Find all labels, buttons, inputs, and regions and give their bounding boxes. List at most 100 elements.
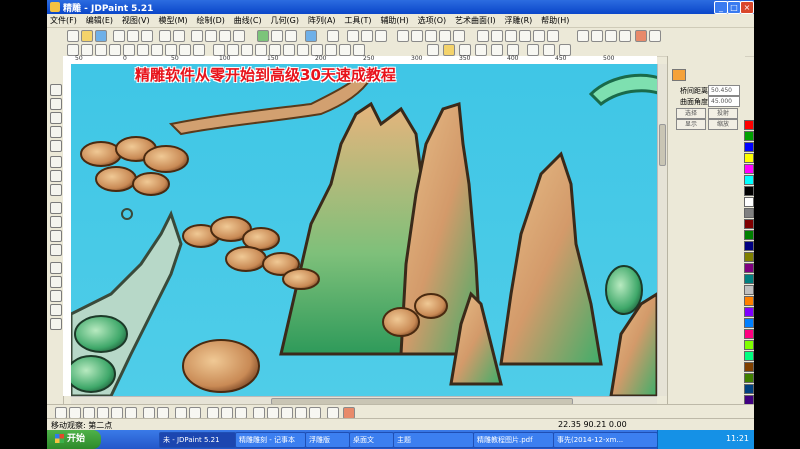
sculpt-remove-icon[interactable] xyxy=(50,276,62,288)
menu-draw[interactable]: 绘制(D) xyxy=(197,14,225,27)
pan-icon[interactable] xyxy=(591,30,603,42)
menu-relief[interactable]: 浮雕(R) xyxy=(504,14,532,27)
color-swatch[interactable] xyxy=(744,296,754,306)
color-swatch[interactable] xyxy=(744,384,754,394)
zoom-in-icon[interactable] xyxy=(50,202,62,214)
rotate-tool-icon[interactable] xyxy=(50,318,62,330)
start-button[interactable]: 开始 xyxy=(47,430,101,449)
taskbar-item[interactable]: 精雕雕刻 - 记事本 xyxy=(235,432,306,448)
probe-tool-icon[interactable] xyxy=(50,244,62,256)
color-swatch[interactable] xyxy=(744,307,754,317)
color-swatch[interactable] xyxy=(744,252,754,262)
color-swatch[interactable] xyxy=(744,197,754,207)
grid-icon[interactable] xyxy=(347,30,359,42)
color-swatch[interactable] xyxy=(744,120,754,130)
shade-icon[interactable] xyxy=(547,30,559,42)
relief-icon[interactable] xyxy=(477,30,489,42)
taskbar-item[interactable]: 事先(2014-12-xm... xyxy=(553,432,658,448)
drawing-canvas[interactable] xyxy=(71,64,657,396)
menu-curve[interactable]: 曲线(C) xyxy=(234,14,262,27)
color-swatch[interactable] xyxy=(744,373,754,383)
layer-up-icon[interactable] xyxy=(527,44,539,56)
sculpt-add-icon[interactable] xyxy=(50,262,62,274)
color-swatch[interactable] xyxy=(744,263,754,273)
star-tool-icon[interactable] xyxy=(179,44,191,56)
undo-icon[interactable] xyxy=(159,30,171,42)
color-swatch[interactable] xyxy=(744,340,754,350)
spline-tool-icon[interactable] xyxy=(109,44,121,56)
color-swatch[interactable] xyxy=(744,362,754,372)
text-tool-icon[interactable] xyxy=(193,44,205,56)
brush-tool-icon[interactable] xyxy=(50,156,62,168)
taskbar-item[interactable]: 桌面文 xyxy=(349,432,394,448)
color-swatch[interactable] xyxy=(744,164,754,174)
color-swatch[interactable] xyxy=(744,142,754,152)
select-button[interactable]: 选择 xyxy=(676,108,706,119)
menu-geometry[interactable]: 几何(G) xyxy=(271,14,299,27)
new-file-icon[interactable] xyxy=(67,30,79,42)
join-icon[interactable] xyxy=(325,44,337,56)
node-tool-icon[interactable] xyxy=(50,98,62,110)
blend-icon[interactable] xyxy=(519,30,531,42)
project-button[interactable]: 投射 xyxy=(708,108,738,119)
view-top-icon[interactable] xyxy=(271,30,283,42)
measure-icon[interactable] xyxy=(375,30,387,42)
bevel-icon[interactable] xyxy=(397,30,409,42)
color-swatch[interactable] xyxy=(744,329,754,339)
ungroup-icon[interactable] xyxy=(283,44,295,56)
open-file-icon[interactable] xyxy=(81,30,93,42)
color-swatch[interactable] xyxy=(744,208,754,218)
color-swatch[interactable] xyxy=(744,230,754,240)
color-swatch[interactable] xyxy=(744,131,754,141)
menu-tools[interactable]: 工具(T) xyxy=(344,14,371,27)
color-swatch[interactable] xyxy=(744,153,754,163)
align-icon[interactable] xyxy=(255,44,267,56)
close-curve-icon[interactable] xyxy=(339,44,351,56)
taskbar-item[interactable]: 浮雕版 xyxy=(305,432,350,448)
pin-icon[interactable] xyxy=(427,44,439,56)
taskbar-item[interactable]: 主题 xyxy=(393,432,474,448)
display-button[interactable]: 显示 xyxy=(676,119,706,130)
menu-edit[interactable]: 编辑(E) xyxy=(86,14,113,27)
tree-tool-icon[interactable] xyxy=(50,184,62,196)
scroll-thumb[interactable] xyxy=(659,124,666,166)
color-fill-icon[interactable] xyxy=(533,30,545,42)
copy-icon[interactable] xyxy=(219,30,231,42)
trim-icon[interactable] xyxy=(425,30,437,42)
transform-tool-icon[interactable] xyxy=(50,126,62,138)
color-swatch[interactable] xyxy=(744,241,754,251)
stamp-tool-icon[interactable] xyxy=(50,170,62,182)
pick-tool-icon[interactable] xyxy=(50,84,62,96)
menu-assist[interactable]: 辅助(H) xyxy=(380,14,408,27)
sculpt-icon[interactable] xyxy=(505,30,517,42)
arc-tool-icon[interactable] xyxy=(95,44,107,56)
menu-file[interactable]: 文件(F) xyxy=(50,14,77,27)
zoom-button[interactable]: 缩放 xyxy=(708,119,738,130)
maximize-button[interactable]: □ xyxy=(727,1,741,14)
extend-icon[interactable] xyxy=(439,30,451,42)
rectangle-tool-icon[interactable] xyxy=(151,44,163,56)
cursor-icon[interactable] xyxy=(475,44,487,56)
smooth-tool-icon[interactable] xyxy=(50,290,62,302)
help-icon[interactable] xyxy=(649,30,661,42)
lamp-icon[interactable] xyxy=(635,30,647,42)
color-swatch[interactable] xyxy=(744,318,754,328)
paste-icon[interactable] xyxy=(233,30,245,42)
menu-options[interactable]: 选项(O) xyxy=(418,14,447,27)
shield-icon[interactable] xyxy=(327,30,339,42)
fit-view-icon[interactable] xyxy=(619,30,631,42)
color-swatch[interactable] xyxy=(744,186,754,196)
layer-down-icon[interactable] xyxy=(543,44,555,56)
panel-tab-icon[interactable] xyxy=(672,69,686,81)
vertical-scrollbar[interactable] xyxy=(657,64,667,396)
menu-art-surface[interactable]: 艺术曲面(I) xyxy=(455,14,496,27)
menu-help[interactable]: 帮助(H) xyxy=(541,14,569,27)
eraser-tool-icon[interactable] xyxy=(50,140,62,152)
color-swatch[interactable] xyxy=(744,175,754,185)
color-swatch[interactable] xyxy=(744,351,754,361)
layer-icon[interactable] xyxy=(305,30,317,42)
plus-icon[interactable] xyxy=(577,30,589,42)
render-icon[interactable] xyxy=(257,30,269,42)
save-icon[interactable] xyxy=(95,30,107,42)
vector-tool-icon[interactable] xyxy=(50,112,62,124)
